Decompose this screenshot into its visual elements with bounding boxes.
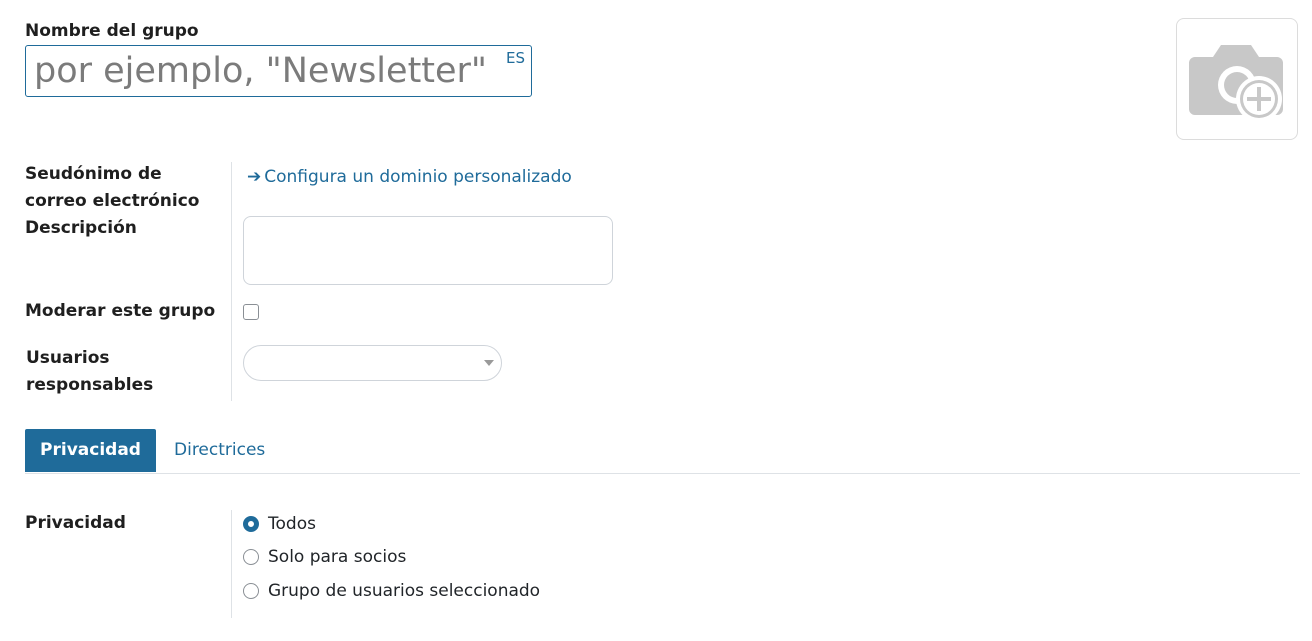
mailing-group-form: Nombre del grupo ES Seudónimo de correo … [0, 0, 1312, 641]
privacy-option-label: Solo para socios [268, 547, 407, 567]
moderate-checkbox[interactable] [243, 304, 259, 320]
arrow-right-icon: ➔ [247, 167, 262, 187]
language-badge[interactable]: ES [506, 49, 525, 67]
tab-privacidad[interactable]: Privacidad [25, 429, 156, 472]
tab-directrices[interactable]: Directrices [174, 429, 265, 472]
responsible-users-select[interactable] [243, 345, 502, 381]
radio-button-checked[interactable] [243, 516, 259, 532]
tabs-divider [25, 473, 1300, 474]
group-name-label: Nombre del grupo [25, 21, 199, 41]
configure-domain-link[interactable]: ➔ Configura un dominio personalizado [247, 165, 572, 189]
group-image-upload[interactable] [1176, 18, 1298, 140]
privacy-option-label: Grupo de usuarios seleccionado [268, 581, 541, 601]
chevron-down-icon [484, 360, 494, 366]
privacy-separator [231, 510, 232, 618]
camera-plus-icon [1189, 45, 1283, 122]
alias-label: Seudónimo de correo electrónico [25, 164, 200, 211]
privacy-option-everyone[interactable]: Todos [243, 512, 316, 536]
privacy-option-members[interactable]: Solo para socios [243, 545, 406, 569]
configure-domain-link-text: Configura un dominio personalizado [264, 167, 572, 187]
privacy-option-label: Todos [268, 514, 316, 534]
description-label: Descripción [25, 218, 137, 238]
group-name-input[interactable] [26, 46, 496, 96]
radio-button[interactable] [243, 583, 259, 599]
group-name-field[interactable]: ES [25, 45, 532, 97]
privacy-option-user-group[interactable]: Grupo de usuarios seleccionado [243, 579, 540, 603]
responsible-users-label: Usuarios responsables [26, 348, 154, 395]
radio-button[interactable] [243, 549, 259, 565]
description-field[interactable] [243, 216, 613, 285]
privacy-label: Privacidad [25, 513, 126, 533]
moderate-label: Moderar este grupo [25, 301, 216, 321]
form-separator [231, 162, 232, 401]
